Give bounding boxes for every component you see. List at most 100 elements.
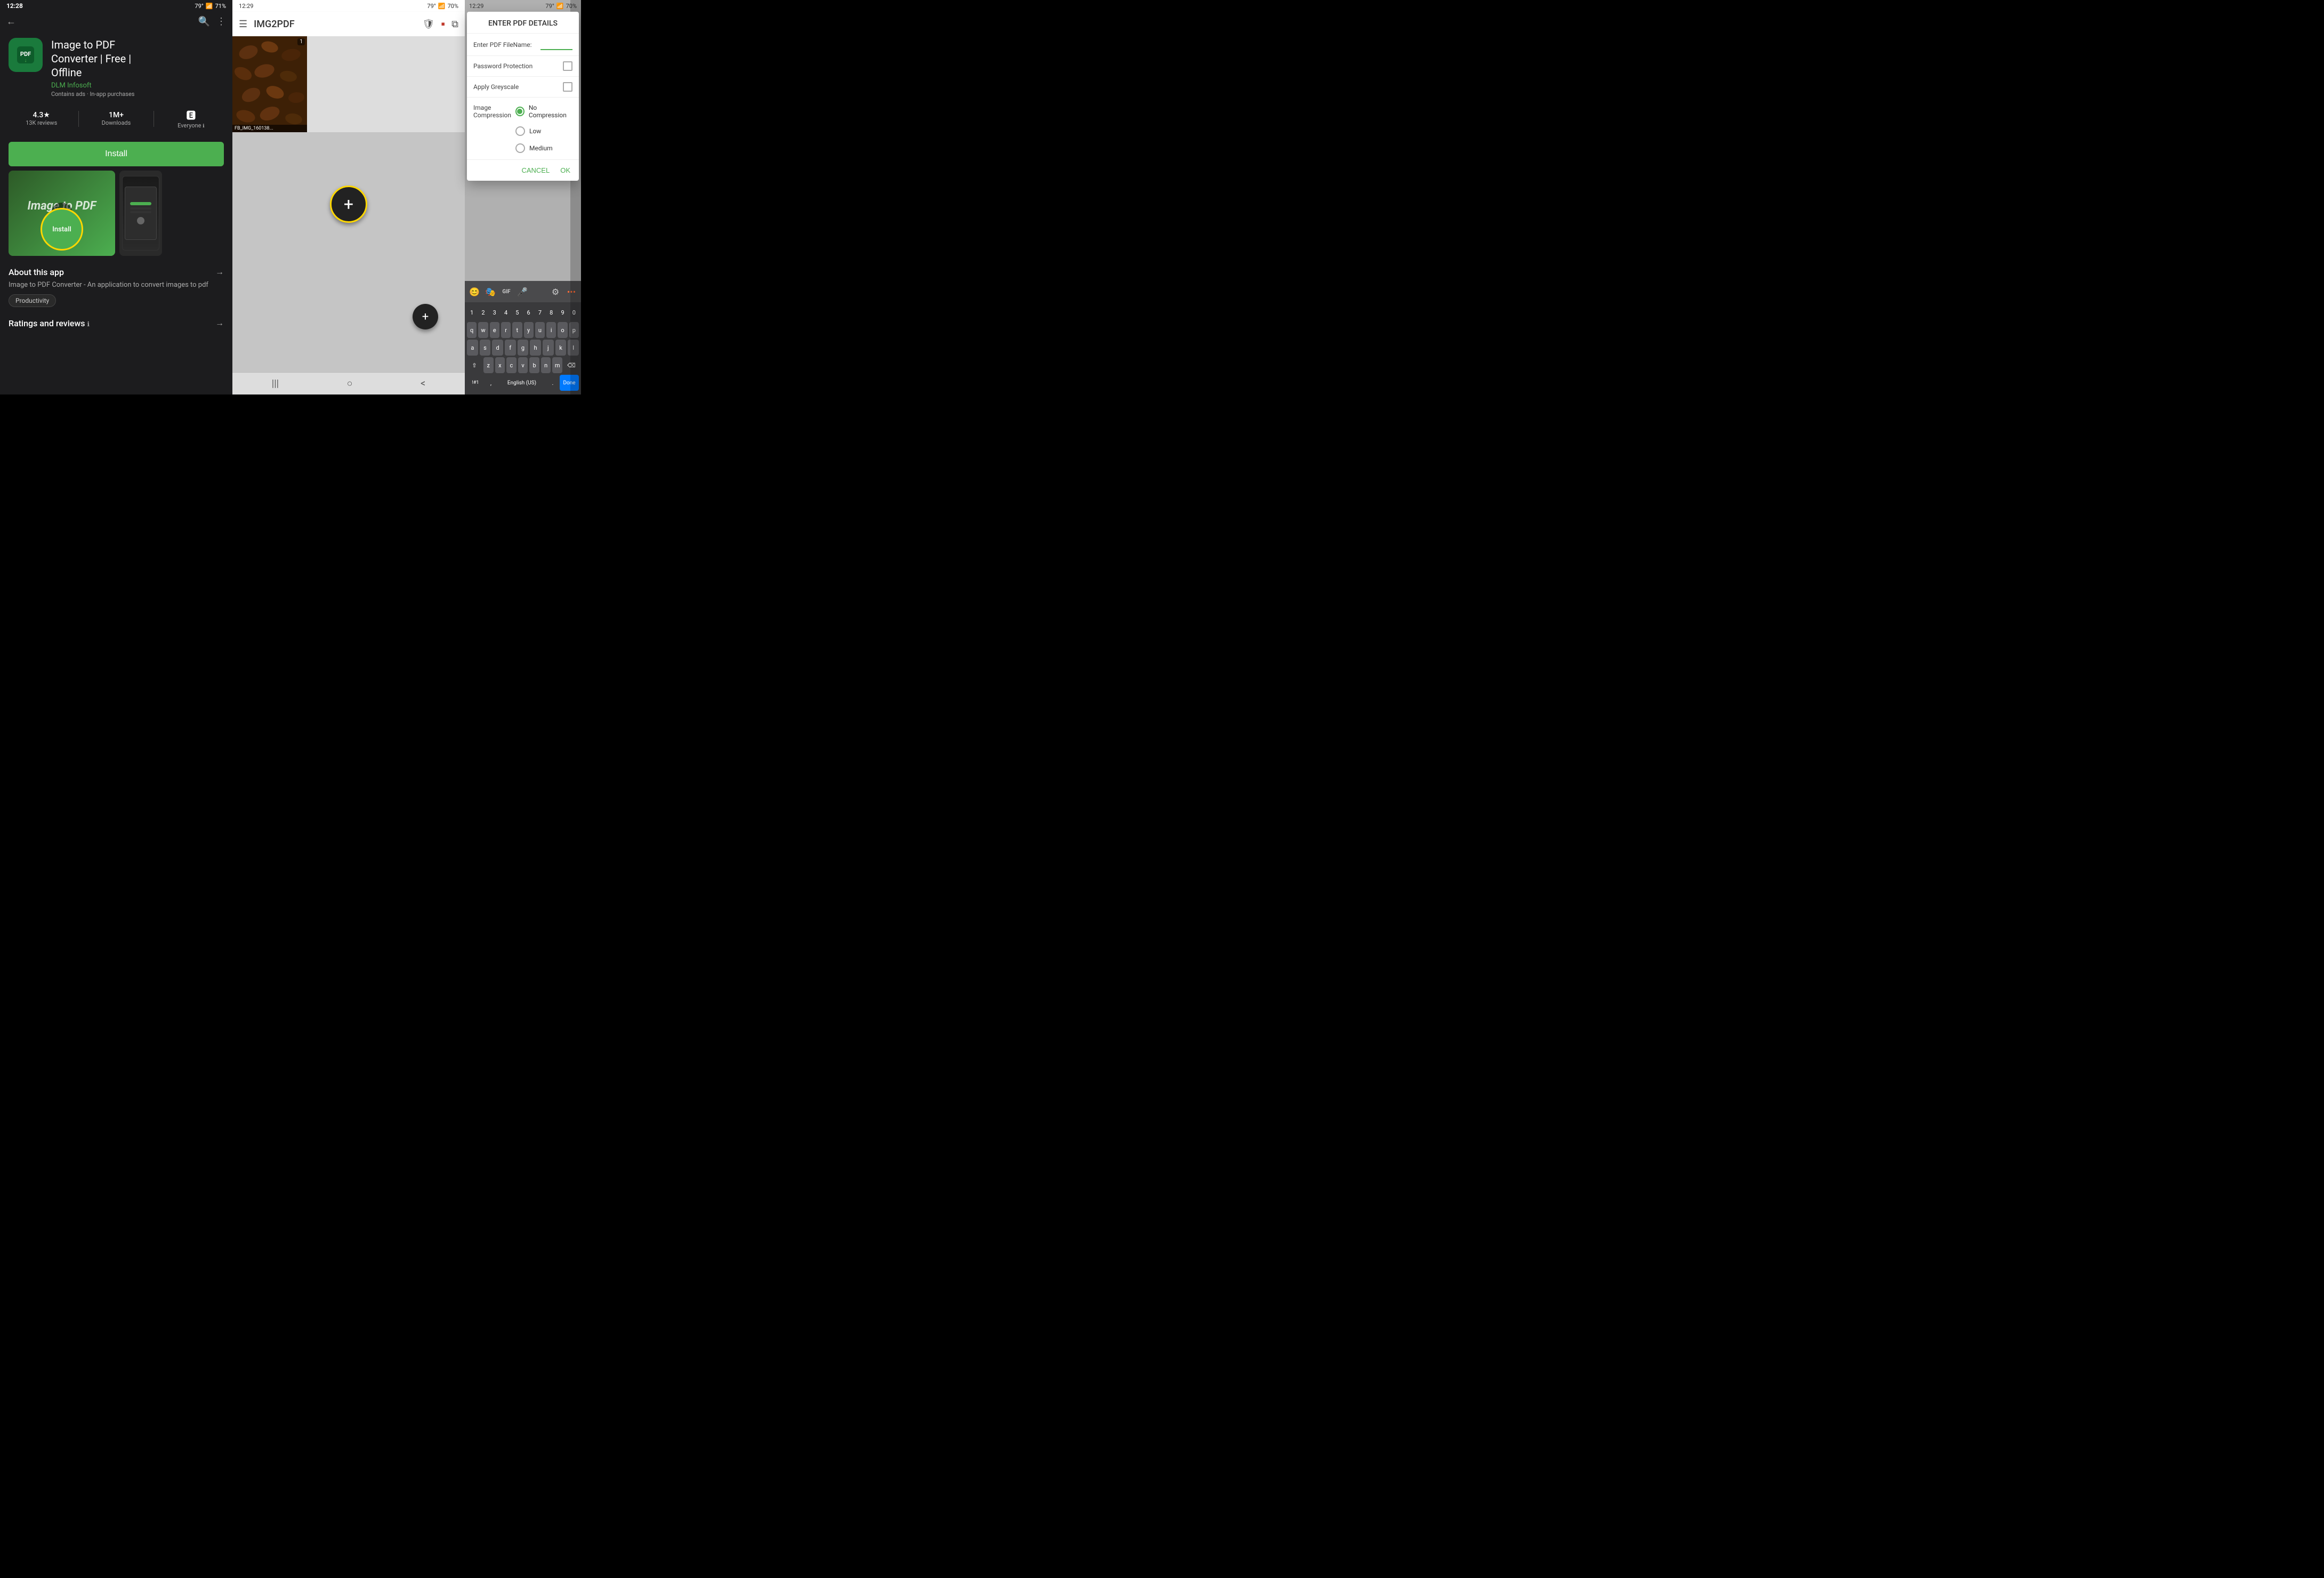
key-b[interactable]: b xyxy=(529,357,539,373)
key-n[interactable]: n xyxy=(541,357,551,373)
key-7[interactable]: 7 xyxy=(535,304,545,320)
app-title: Image to PDFConverter | Free |Offline xyxy=(51,38,224,79)
ratings-title: Ratings and reviews ℹ xyxy=(9,318,90,328)
fab-add-button[interactable]: + xyxy=(330,186,367,223)
key-h[interactable]: h xyxy=(530,340,541,356)
about-title: About this app xyxy=(9,267,64,277)
image-badge: 1 xyxy=(297,38,305,45)
about-arrow[interactable]: → xyxy=(215,267,224,277)
search-icon-panel1[interactable]: 🔍 xyxy=(198,16,210,27)
key-z[interactable]: z xyxy=(483,357,494,373)
gif-tool-btn[interactable]: GIF xyxy=(499,284,514,299)
key-k[interactable]: k xyxy=(555,340,567,356)
image-thumb-1[interactable]: 1 FB_IMG_160138... xyxy=(232,36,307,132)
key-x[interactable]: x xyxy=(495,357,505,373)
nav-back-panel2[interactable]: < xyxy=(421,378,425,389)
key-1[interactable]: 1 xyxy=(467,304,477,320)
key-t[interactable]: t xyxy=(512,322,522,338)
comma-key[interactable]: , xyxy=(486,375,496,391)
panel2-nav: ||| ○ < xyxy=(232,372,465,395)
key-d[interactable]: d xyxy=(492,340,503,356)
productivity-tag[interactable]: Productivity xyxy=(9,294,56,307)
image-strip: 1 FB_IMG_160138... xyxy=(232,36,465,132)
ratings-section: Ratings and reviews ℹ → xyxy=(0,313,232,336)
key-s[interactable]: s xyxy=(480,340,491,356)
app-info: Image to PDFConverter | Free |Offline DL… xyxy=(51,38,224,98)
key-6[interactable]: 6 xyxy=(524,304,534,320)
key-m[interactable]: m xyxy=(552,357,562,373)
cancel-button[interactable]: CANCEL xyxy=(521,166,550,174)
battery-panel2: 70% xyxy=(448,3,458,10)
key-c[interactable]: c xyxy=(506,357,517,373)
key-e[interactable]: e xyxy=(490,322,499,338)
key-5[interactable]: 5 xyxy=(512,304,522,320)
key-a[interactable]: a xyxy=(467,340,478,356)
more-icon-panel1[interactable]: ⋮ xyxy=(216,16,226,27)
wifi-icon-panel2: 📶 xyxy=(438,3,446,10)
key-2[interactable]: 2 xyxy=(478,304,488,320)
stats-row: 4.3★ 13K reviews 1M+ Downloads 🅴 Everyon… xyxy=(0,104,232,133)
low-compression-option[interactable]: Low xyxy=(515,124,572,138)
app-icon-inner: PDF ↓ xyxy=(13,42,38,68)
keyboard-rows: 1 2 3 4 5 6 7 8 9 0 q w e r t y u i xyxy=(465,302,581,395)
mic-tool-btn[interactable]: 🎤 xyxy=(515,284,530,299)
menu-icon2-panel2[interactable]: ▪ xyxy=(441,17,445,31)
screenshot-main[interactable]: Image to PDFConv ▶ Install xyxy=(9,171,115,256)
symbol-key[interactable]: !#1 xyxy=(467,375,484,391)
copy-icon-panel2[interactable]: ⧉ xyxy=(451,19,458,30)
key-4[interactable]: 4 xyxy=(501,304,511,320)
key-w[interactable]: w xyxy=(478,322,488,338)
wifi-icon-panel3: 📶 xyxy=(556,3,564,10)
settings-tool-btn[interactable]: ⚙ xyxy=(548,284,563,299)
period-key[interactable]: . xyxy=(547,375,558,391)
key-r[interactable]: r xyxy=(501,322,511,338)
svg-text:↓: ↓ xyxy=(25,58,27,63)
app-developer[interactable]: DLM Infosoft xyxy=(51,82,224,90)
key-8[interactable]: 8 xyxy=(546,304,556,320)
sticker-tool-btn[interactable]: 🎭 xyxy=(483,284,498,299)
key-q[interactable]: q xyxy=(467,322,477,338)
key-i[interactable]: i xyxy=(546,322,556,338)
shift-key[interactable]: ⇧ xyxy=(467,357,482,373)
time-panel2: 12:29 xyxy=(239,3,253,10)
rating-icon: 🅴 xyxy=(186,108,196,122)
back-icon-panel1[interactable]: ← xyxy=(6,16,16,27)
key-y[interactable]: y xyxy=(524,322,534,338)
key-9[interactable]: 9 xyxy=(558,304,567,320)
key-j[interactable]: j xyxy=(543,340,554,356)
compression-section: Image Compression No Compression Low Med… xyxy=(467,98,579,160)
password-checkbox[interactable] xyxy=(563,61,572,71)
downloads-label: Downloads xyxy=(102,119,131,126)
compression-label: Image Compression xyxy=(473,102,511,119)
key-v[interactable]: v xyxy=(518,357,528,373)
install-button[interactable]: Install xyxy=(9,142,224,166)
menu-icon-panel2[interactable]: ☰ xyxy=(239,19,247,30)
emoji-tool-btn[interactable]: 😊 xyxy=(467,284,482,299)
key-g[interactable]: g xyxy=(518,340,529,356)
key-f[interactable]: f xyxy=(505,340,516,356)
downloads-stat: 1M+ Downloads xyxy=(83,111,149,126)
screenshot-small[interactable] xyxy=(119,171,162,256)
space-key[interactable]: English (US) xyxy=(498,375,546,391)
no-compression-option[interactable]: No Compression xyxy=(515,102,572,121)
low-compression-radio[interactable] xyxy=(515,126,525,136)
coffee-image xyxy=(232,36,307,132)
zxcv-row: ⇧ z x c v b n m ⌫ xyxy=(467,357,579,373)
nav-home-panel2[interactable]: ○ xyxy=(347,378,353,389)
medium-compression-option[interactable]: Medium xyxy=(515,141,572,155)
key-3[interactable]: 3 xyxy=(490,304,499,320)
ratings-arrow[interactable]: → xyxy=(215,318,224,328)
key-u[interactable]: u xyxy=(535,322,545,338)
medium-compression-radio[interactable] xyxy=(515,143,525,153)
dialog-title: ENTER PDF DETAILS xyxy=(467,12,579,34)
greyscale-checkbox[interactable] xyxy=(563,82,572,92)
panel2-content: 1 FB_IMG_160138... + + xyxy=(232,36,465,372)
image-filename: FB_IMG_160138... xyxy=(232,125,307,132)
nav-menu-panel2[interactable]: ||| xyxy=(272,378,279,389)
ok-button[interactable]: OK xyxy=(560,166,570,174)
no-compression-label: No Compression xyxy=(529,104,572,119)
fab-small-button[interactable]: + xyxy=(413,304,438,329)
filename-input[interactable] xyxy=(540,39,572,50)
key-o[interactable]: o xyxy=(558,322,567,338)
no-compression-radio[interactable] xyxy=(515,107,524,116)
